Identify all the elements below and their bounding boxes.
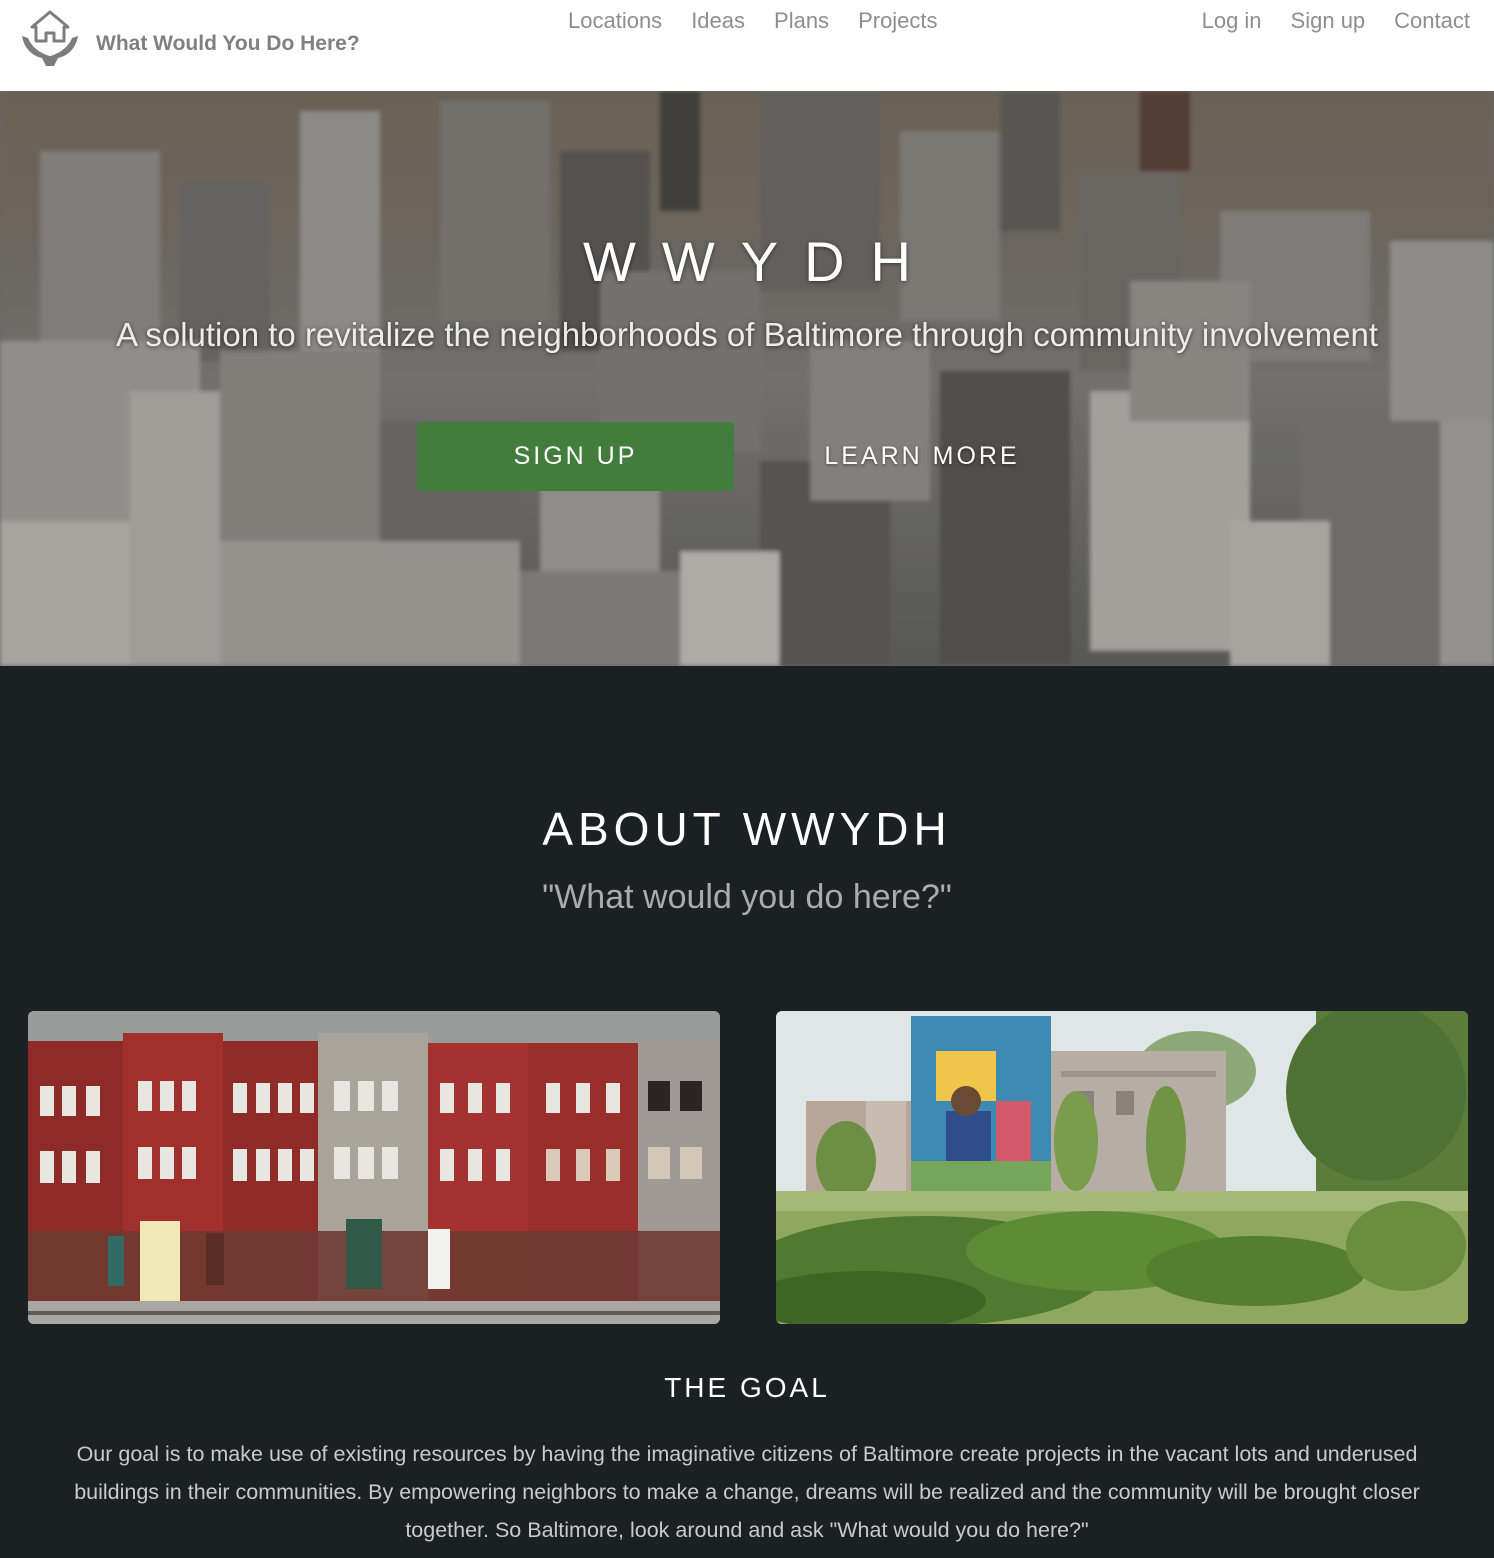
nav-sign-up[interactable]: Sign up	[1291, 7, 1366, 35]
hero-overlay	[0, 91, 1494, 666]
nav-contact[interactable]: Contact	[1394, 7, 1470, 35]
hero-title: WWYDH	[583, 230, 937, 293]
brand[interactable]: What Would You Do Here?	[18, 10, 360, 68]
navbar: What Would You Do Here? Locations Ideas …	[0, 0, 1494, 91]
community-garden-photo	[776, 1011, 1468, 1324]
nav-plans[interactable]: Plans	[774, 7, 829, 35]
main-nav: Locations Ideas Plans Projects	[568, 7, 967, 35]
hero-section: WWYDH A solution to revitalize the neigh…	[0, 91, 1494, 666]
house-in-hands-icon	[22, 10, 78, 66]
nav-log-in[interactable]: Log in	[1202, 7, 1262, 35]
account-nav: Log in Sign up Contact	[1173, 7, 1470, 35]
signup-button[interactable]: SIGN UP	[417, 422, 734, 491]
learn-more-button[interactable]: LEARN MORE	[784, 422, 1060, 491]
about-title: ABOUT WWYDH	[542, 803, 952, 855]
hero-subtitle: A solution to revitalize the neighborhoo…	[115, 316, 1379, 353]
about-subtitle: "What would you do here?"	[542, 878, 952, 916]
nav-projects[interactable]: Projects	[858, 7, 937, 35]
goal-title: THE GOAL	[664, 1372, 830, 1403]
goal-text: Our goal is to make use of existing reso…	[74, 1442, 1420, 1542]
brand-name[interactable]: What Would You Do Here?	[96, 32, 360, 56]
nav-ideas[interactable]: Ideas	[691, 7, 745, 35]
rowhouses-photo	[28, 1011, 720, 1324]
nav-locations[interactable]: Locations	[568, 7, 662, 35]
